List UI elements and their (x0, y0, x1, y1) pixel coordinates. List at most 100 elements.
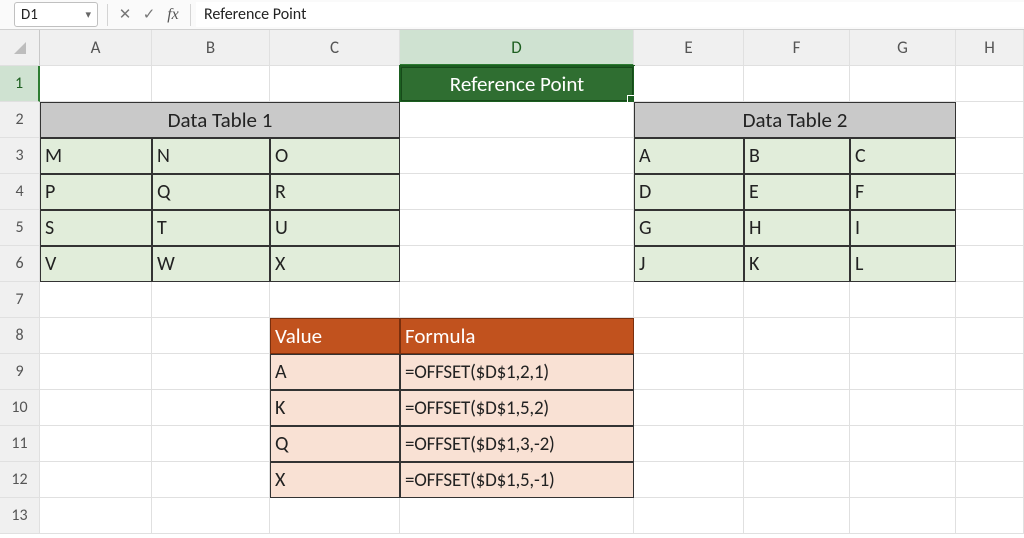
row-header-9[interactable]: 9 (0, 354, 40, 390)
cell-H7[interactable] (956, 282, 1024, 318)
cell-E9[interactable] (634, 354, 744, 390)
cell-B13[interactable] (152, 498, 270, 534)
col-header-G[interactable]: G (850, 30, 956, 66)
cell-A7[interactable] (40, 282, 152, 318)
cell-E11[interactable] (634, 426, 744, 462)
offset-formula-2[interactable]: =OFFSET($D$1,3,-2) (400, 426, 634, 462)
cell-A1[interactable] (40, 66, 152, 102)
cell-H8[interactable] (956, 318, 1024, 354)
cell-F11[interactable] (744, 426, 850, 462)
cell-D3[interactable] (400, 138, 634, 174)
confirm-icon[interactable]: ✓ (138, 4, 160, 26)
cell-F4[interactable]: E (744, 174, 850, 210)
cell-H5[interactable] (956, 210, 1024, 246)
cell-A11[interactable] (40, 426, 152, 462)
cell-B11[interactable] (152, 426, 270, 462)
cell-F3[interactable]: B (744, 138, 850, 174)
cell-G9[interactable] (850, 354, 956, 390)
offset-value-0[interactable]: A (270, 354, 400, 390)
col-header-B[interactable]: B (152, 30, 270, 66)
offset-header-value[interactable]: Value (270, 318, 400, 354)
cell-E6[interactable]: J (634, 246, 744, 282)
cell-F12[interactable] (744, 462, 850, 498)
cell-C3[interactable]: O (270, 138, 400, 174)
cell-G6[interactable]: L (850, 246, 956, 282)
cell-H11[interactable] (956, 426, 1024, 462)
row-header-12[interactable]: 12 (0, 462, 40, 498)
cell-B12[interactable] (152, 462, 270, 498)
cell-F7[interactable] (744, 282, 850, 318)
col-header-A[interactable]: A (40, 30, 152, 66)
cell-B6[interactable]: W (152, 246, 270, 282)
cell-G5[interactable]: I (850, 210, 956, 246)
offset-formula-3[interactable]: =OFFSET($D$1,5,-1) (400, 462, 634, 498)
offset-formula-0[interactable]: =OFFSET($D$1,2,1) (400, 354, 634, 390)
cell-F6[interactable]: K (744, 246, 850, 282)
cell-B4[interactable]: Q (152, 174, 270, 210)
cell-A5[interactable]: S (40, 210, 152, 246)
cell-E3[interactable]: A (634, 138, 744, 174)
row-header-7[interactable]: 7 (0, 282, 40, 318)
cell-F1[interactable] (744, 66, 850, 102)
cell-H2[interactable] (956, 102, 1024, 138)
cell-D5[interactable] (400, 210, 634, 246)
cancel-icon[interactable]: ✕ (114, 4, 136, 26)
cell-E13[interactable] (634, 498, 744, 534)
cell-G11[interactable] (850, 426, 956, 462)
cell-C1[interactable] (270, 66, 400, 102)
cell-A13[interactable] (40, 498, 152, 534)
cell-G4[interactable]: F (850, 174, 956, 210)
cell-A8[interactable] (40, 318, 152, 354)
cell-E5[interactable]: G (634, 210, 744, 246)
cell-G3[interactable]: C (850, 138, 956, 174)
cell-D13[interactable] (400, 498, 634, 534)
row-header-4[interactable]: 4 (0, 174, 40, 210)
cell-D4[interactable] (400, 174, 634, 210)
cell-G7[interactable] (850, 282, 956, 318)
cell-E10[interactable] (634, 390, 744, 426)
row-header-11[interactable]: 11 (0, 426, 40, 462)
spreadsheet-grid[interactable]: A B C D E F G H 1 Reference Point 2 Data… (0, 30, 1024, 534)
cell-F13[interactable] (744, 498, 850, 534)
table1-title[interactable]: Data Table 1 (40, 102, 400, 138)
cell-G1[interactable] (850, 66, 956, 102)
cell-G13[interactable] (850, 498, 956, 534)
cell-F8[interactable] (744, 318, 850, 354)
cell-C6[interactable]: X (270, 246, 400, 282)
col-header-E[interactable]: E (634, 30, 744, 66)
row-header-3[interactable]: 3 (0, 138, 40, 174)
cell-A9[interactable] (40, 354, 152, 390)
cell-F10[interactable] (744, 390, 850, 426)
cell-H13[interactable] (956, 498, 1024, 534)
cell-E8[interactable] (634, 318, 744, 354)
row-header-5[interactable]: 5 (0, 210, 40, 246)
cell-B10[interactable] (152, 390, 270, 426)
cell-C5[interactable]: U (270, 210, 400, 246)
cell-C7[interactable] (270, 282, 400, 318)
col-header-C[interactable]: C (270, 30, 400, 66)
col-header-D[interactable]: D (400, 30, 634, 66)
cell-D1-reference-point[interactable]: Reference Point (400, 66, 634, 102)
col-header-H[interactable]: H (956, 30, 1024, 66)
cell-H12[interactable] (956, 462, 1024, 498)
row-header-8[interactable]: 8 (0, 318, 40, 354)
cell-E4[interactable]: D (634, 174, 744, 210)
cell-H1[interactable] (956, 66, 1024, 102)
cell-B9[interactable] (152, 354, 270, 390)
cell-C13[interactable] (270, 498, 400, 534)
cell-H6[interactable] (956, 246, 1024, 282)
cell-B7[interactable] (152, 282, 270, 318)
cell-H10[interactable] (956, 390, 1024, 426)
cell-A10[interactable] (40, 390, 152, 426)
offset-value-1[interactable]: K (270, 390, 400, 426)
cell-A3[interactable]: M (40, 138, 152, 174)
cell-H9[interactable] (956, 354, 1024, 390)
cell-F9[interactable] (744, 354, 850, 390)
cell-G10[interactable] (850, 390, 956, 426)
col-header-F[interactable]: F (744, 30, 850, 66)
name-box[interactable]: D1 ▾ (14, 2, 98, 27)
cell-D6[interactable] (400, 246, 634, 282)
chevron-down-icon[interactable]: ▾ (85, 8, 91, 21)
formula-input[interactable]: Reference Point (196, 2, 1024, 27)
row-header-13[interactable]: 13 (0, 498, 40, 534)
